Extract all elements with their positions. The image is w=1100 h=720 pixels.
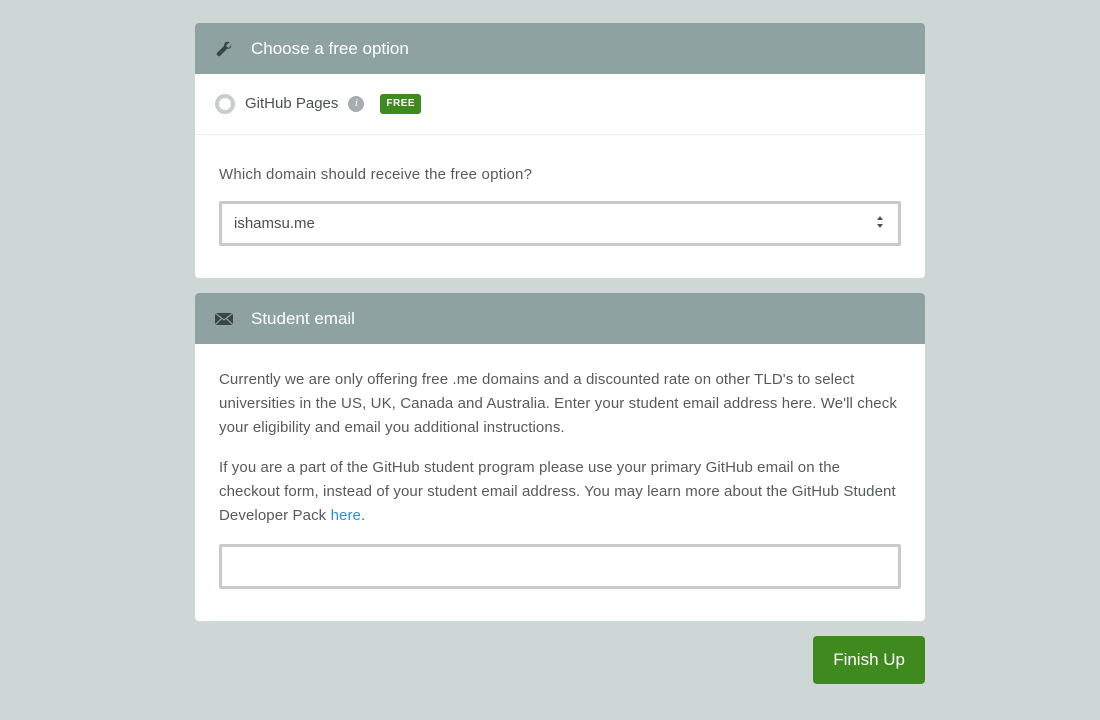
page-container: Choose a free option GitHub Pages i FREE…	[195, 0, 925, 684]
free-options-card: Choose a free option GitHub Pages i FREE…	[195, 23, 925, 278]
free-options-header: Choose a free option	[195, 23, 925, 74]
info-icon[interactable]: i	[348, 96, 364, 112]
free-badge: FREE	[380, 94, 421, 114]
student-email-input[interactable]	[219, 544, 901, 589]
student-email-card: Student email Currently we are only offe…	[195, 293, 925, 621]
student-email-header: Student email	[195, 293, 925, 344]
domain-question-label: Which domain should receive the free opt…	[219, 163, 901, 187]
github-pages-radio[interactable]	[215, 94, 235, 114]
finish-up-button[interactable]: Finish Up	[813, 636, 925, 684]
free-options-title: Choose a free option	[251, 35, 409, 62]
github-pack-link[interactable]: here	[331, 507, 361, 524]
domain-select-wrap: ishamsu.me	[219, 201, 901, 246]
student-email-paragraph-1: Currently we are only offering free .me …	[219, 368, 901, 440]
wrench-icon	[215, 40, 233, 58]
paragraph-2-part-b: .	[361, 507, 365, 524]
finish-row: Finish Up	[195, 636, 925, 684]
domain-select[interactable]: ishamsu.me	[222, 204, 898, 243]
student-email-body: Currently we are only offering free .me …	[195, 344, 925, 621]
github-pages-option-row[interactable]: GitHub Pages i FREE	[195, 74, 925, 135]
mail-icon	[215, 310, 233, 328]
domain-select-section: Which domain should receive the free opt…	[195, 135, 925, 278]
paragraph-2-part-a: If you are a part of the GitHub student …	[219, 459, 896, 524]
github-pages-label: GitHub Pages	[245, 92, 338, 116]
student-email-title: Student email	[251, 305, 355, 332]
student-email-paragraph-2: If you are a part of the GitHub student …	[219, 456, 901, 528]
